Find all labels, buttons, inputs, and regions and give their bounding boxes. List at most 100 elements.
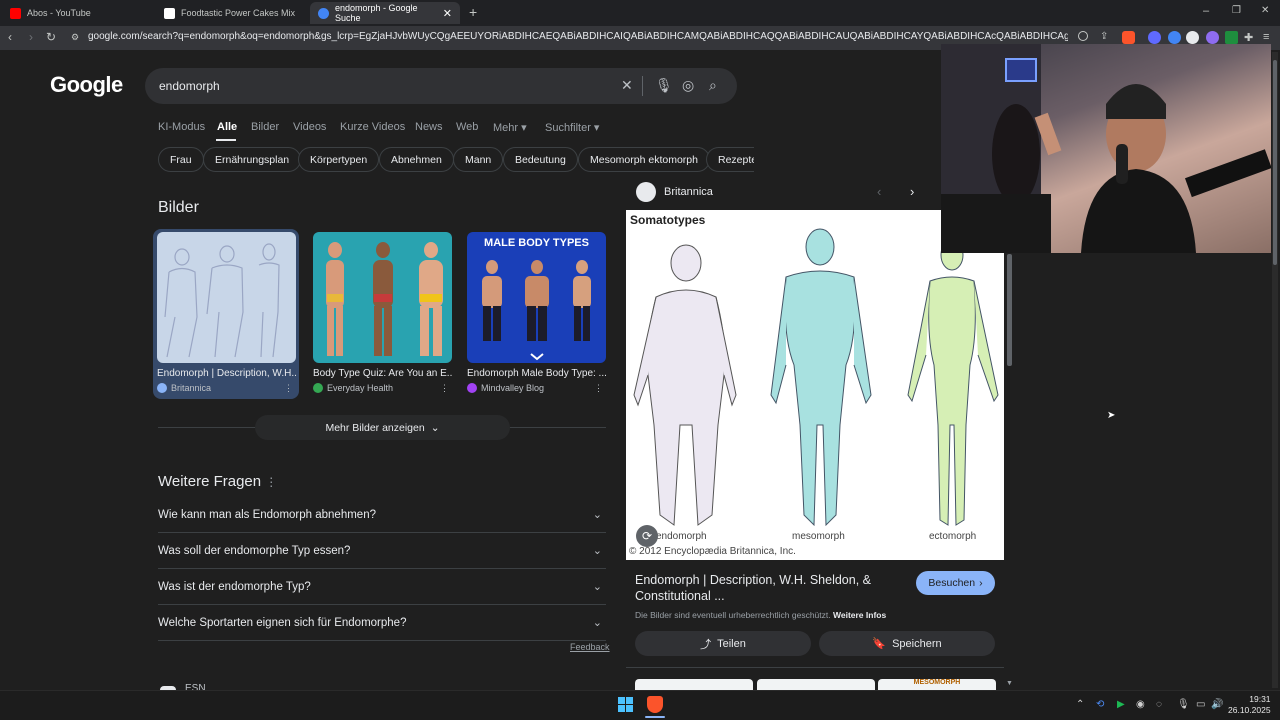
chip-bedeutung[interactable]: Bedeutung bbox=[503, 147, 578, 172]
male-body-types-thumbnail bbox=[482, 260, 591, 361]
tab-bilder[interactable]: Bilder bbox=[251, 121, 279, 133]
tab-foodtastic[interactable]: Foodtastic Power Cakes Mix Box (24 bbox=[156, 2, 306, 24]
image-copyright: © 2012 Encyclopædia Britannica, Inc. bbox=[629, 546, 796, 557]
close-tab-icon[interactable]: ✕ bbox=[443, 7, 452, 20]
preview-source[interactable]: Britannica bbox=[636, 182, 713, 202]
extension-icon[interactable] bbox=[1186, 31, 1199, 44]
visit-button[interactable]: Besuchen › bbox=[916, 571, 995, 595]
close-window-button[interactable]: ✕ bbox=[1261, 5, 1269, 16]
extension-icon[interactable] bbox=[1206, 31, 1219, 44]
more-options-icon[interactable]: ⋮ bbox=[440, 383, 449, 394]
faq-item[interactable]: Was ist der endomorphe Typ? ⌄ bbox=[158, 569, 606, 605]
more-options-icon[interactable]: ⋮ bbox=[284, 383, 293, 394]
faq-question: Was soll der endomorphe Typ essen? bbox=[158, 544, 351, 557]
camera-lens-icon[interactable]: ◎ bbox=[682, 77, 694, 94]
save-button[interactable]: 🔖 Speichern bbox=[819, 631, 995, 656]
preview-title[interactable]: Endomorph | Description, W.H. Sheldon, &… bbox=[635, 572, 905, 604]
tab-ki-modus[interactable]: KI-Modus bbox=[158, 121, 205, 133]
tab-videos[interactable]: Videos bbox=[293, 121, 326, 133]
new-tab-button[interactable]: + bbox=[469, 4, 477, 20]
zoom-icon[interactable] bbox=[1078, 31, 1088, 41]
faq-item[interactable]: Welche Sportarten eignen sich für Endomo… bbox=[158, 605, 606, 641]
faq-question: Welche Sportarten eignen sich für Endomo… bbox=[158, 616, 407, 629]
tab-kurze-videos[interactable]: Kurze Videos bbox=[340, 121, 405, 133]
related-image[interactable] bbox=[635, 679, 753, 690]
share-button[interactable]: ⤴ Teilen bbox=[635, 631, 811, 656]
tray-app-icon[interactable]: ◌ bbox=[1156, 699, 1162, 710]
tab-suchfilter[interactable]: Suchfilter ▾ bbox=[545, 121, 599, 134]
forward-icon[interactable]: › bbox=[29, 30, 33, 44]
more-options-icon[interactable]: ⋮ bbox=[265, 475, 277, 489]
brave-shield-icon[interactable] bbox=[1122, 31, 1135, 44]
tab-web[interactable]: Web bbox=[456, 121, 478, 133]
minimize-button[interactable]: – bbox=[1203, 5, 1209, 17]
back-icon[interactable]: ‹ bbox=[8, 30, 12, 44]
play-icon[interactable]: ▶ bbox=[1117, 699, 1125, 710]
next-icon[interactable]: › bbox=[910, 184, 914, 199]
reload-icon[interactable]: ↻ bbox=[46, 30, 56, 44]
more-images-button[interactable]: Mehr Bilder anzeigen ⌄ bbox=[255, 415, 510, 440]
share-icon[interactable]: ⇪ bbox=[1100, 31, 1113, 44]
previous-icon[interactable]: ‹ bbox=[877, 184, 881, 199]
copyright-note-text: Die Bilder sind eventuell urheberrechtli… bbox=[635, 610, 831, 620]
label-ectomorph: ectomorph bbox=[929, 531, 977, 542]
network-icon[interactable]: ▭ bbox=[1196, 699, 1205, 710]
maximize-button[interactable]: ❐ bbox=[1232, 5, 1241, 16]
brave-browser-icon[interactable] bbox=[647, 696, 663, 713]
search-icon[interactable]: ⌕ bbox=[709, 77, 717, 94]
page-scrollbar-thumb[interactable] bbox=[1273, 60, 1277, 265]
image-card[interactable]: Body Type Quiz: Are You an E... Everyday… bbox=[309, 229, 455, 399]
microphone-icon[interactable]: 🎙 bbox=[655, 77, 673, 94]
more-info-link[interactable]: Weitere Infos bbox=[833, 610, 886, 620]
lens-search-icon[interactable]: ⟳ bbox=[636, 525, 658, 547]
image-card[interactable]: MALE BODY TYPES Endomorph Male Body Type… bbox=[463, 229, 609, 399]
search-input[interactable]: endomorph bbox=[159, 79, 220, 93]
faq-heading-label: Weitere Fragen bbox=[158, 473, 262, 490]
windows-start-icon[interactable] bbox=[618, 697, 633, 712]
extension-icon[interactable] bbox=[1225, 31, 1238, 44]
feedback-link[interactable]: Feedback bbox=[570, 642, 610, 652]
related-image[interactable]: MESOMORPH bbox=[878, 679, 996, 690]
faq-item[interactable]: Was soll der endomorphe Typ essen? ⌄ bbox=[158, 533, 606, 569]
tab-bar: Abos - YouTube Foodtastic Power Cakes Mi… bbox=[0, 0, 1280, 26]
chip-abnehmen[interactable]: Abnehmen bbox=[379, 147, 454, 172]
image-card[interactable]: Endomorph | Description, W.H... Britanni… bbox=[153, 229, 299, 399]
tab-mehr[interactable]: Mehr ▾ bbox=[493, 121, 527, 134]
search-box[interactable]: endomorph ✕ 🎙 ◎ ⌕ bbox=[145, 68, 737, 104]
taskbar bbox=[0, 690, 1280, 720]
tab-google[interactable]: endomorph - Google Suche ✕ bbox=[310, 2, 460, 24]
divider bbox=[642, 76, 643, 96]
clear-icon[interactable]: ✕ bbox=[621, 77, 633, 94]
url-field[interactable]: google.com/search?q=endomorph&oq=endomor… bbox=[88, 31, 1068, 42]
microphone-icon[interactable]: 🎙 bbox=[1177, 699, 1190, 710]
tray-app-icon[interactable]: ◉ bbox=[1136, 699, 1145, 710]
chevron-down-icon: ⌄ bbox=[592, 545, 602, 557]
more-options-icon[interactable]: ⋮ bbox=[594, 383, 603, 394]
system-clock[interactable]: 19:31 26.10.2025 bbox=[1228, 694, 1271, 716]
scroll-down-icon[interactable]: ▼ bbox=[1006, 680, 1013, 687]
extension-icon[interactable] bbox=[1168, 31, 1181, 44]
tab-label: endomorph - Google Suche bbox=[335, 3, 418, 23]
preview-image[interactable]: Somatotypes endomorph mesomorph ectomorp… bbox=[626, 210, 1004, 560]
related-image[interactable] bbox=[757, 679, 875, 690]
tab-alle[interactable]: Alle bbox=[217, 121, 237, 133]
faq-item[interactable]: Wie kann man als Endomorph abnehmen? ⌄ bbox=[158, 497, 606, 533]
tab-youtube[interactable]: Abos - YouTube bbox=[2, 2, 152, 24]
chip-mann[interactable]: Mann bbox=[453, 147, 504, 172]
divider bbox=[626, 667, 1004, 668]
menu-icon[interactable]: ≡ bbox=[1263, 31, 1276, 44]
panel-scrollbar[interactable] bbox=[1007, 254, 1012, 366]
chevron-up-icon[interactable]: ⌃ bbox=[1076, 699, 1084, 710]
chip-frau[interactable]: Frau bbox=[158, 147, 204, 172]
chip-rezepte[interactable]: Rezepte bbox=[706, 147, 754, 172]
site-info-icon[interactable]: ⚙ bbox=[71, 32, 79, 43]
google-logo[interactable]: Google bbox=[50, 72, 123, 98]
chip-koerpertypen[interactable]: Körpertypen bbox=[298, 147, 380, 172]
volume-icon[interactable]: 🔊 bbox=[1211, 699, 1223, 710]
chip-ernaehrungsplan[interactable]: Ernährungsplan bbox=[203, 147, 302, 172]
puzzle-icon[interactable]: ✚ bbox=[1244, 31, 1257, 44]
chip-mesomorph-ektomorph[interactable]: Mesomorph ektomorph bbox=[578, 147, 710, 172]
extension-icon[interactable] bbox=[1148, 31, 1161, 44]
tray-app-icon[interactable]: ⟲ bbox=[1096, 699, 1104, 710]
tab-news[interactable]: News bbox=[415, 121, 443, 133]
